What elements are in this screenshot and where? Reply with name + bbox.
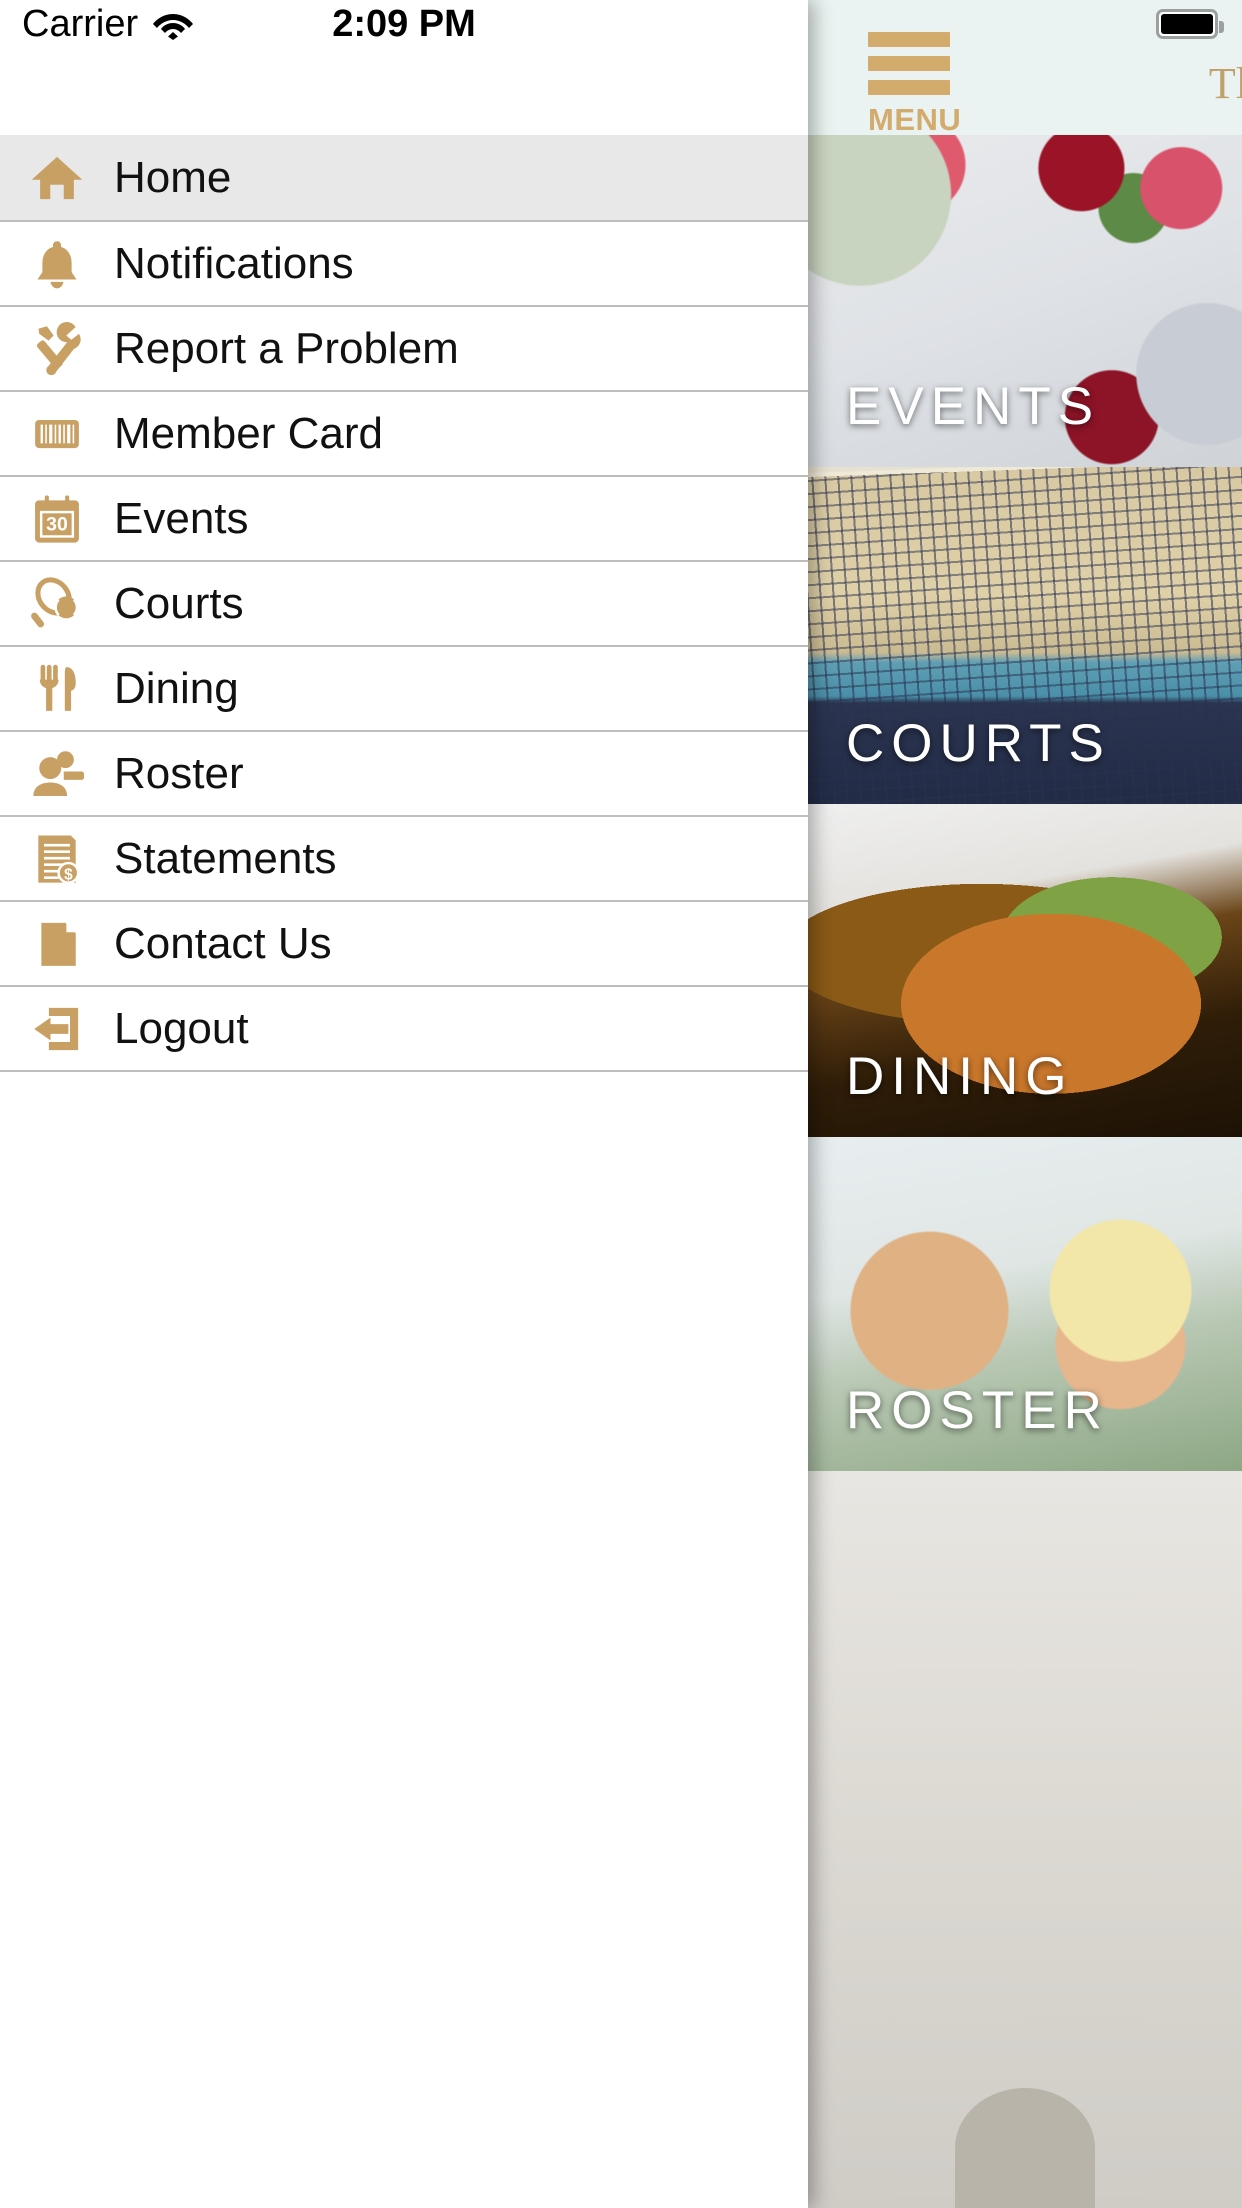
drawer-item-label: Logout: [114, 1003, 249, 1053]
tile-dining[interactable]: DINING: [808, 804, 1242, 1137]
drawer-item-label: Member Card: [114, 408, 383, 458]
drawer-item-label: Statements: [114, 833, 337, 883]
drawer-item-statements[interactable]: $ Statements: [0, 815, 808, 900]
drawer-item-label: Courts: [114, 578, 244, 628]
hamburger-bar-1: [868, 32, 950, 47]
svg-text:$: $: [64, 866, 73, 883]
drawer-item-dining[interactable]: Dining: [0, 645, 808, 730]
drawer-item-label: Contact Us: [114, 918, 332, 968]
hamburger-menu-button[interactable]: MENU: [868, 32, 961, 135]
bell-icon: [18, 238, 96, 290]
invoice-dollar-icon: $: [18, 833, 96, 885]
drawer-item-member-card[interactable]: Member Card: [0, 390, 808, 475]
barcode-icon: [18, 409, 96, 459]
tile-dining-label: DINING: [846, 1047, 1074, 1106]
logout-arrow-icon: [18, 1003, 96, 1055]
people-icon: [18, 747, 96, 801]
tools-icon: [18, 321, 96, 376]
drawer-item-report-a-problem[interactable]: Report a Problem: [0, 305, 808, 390]
home-icon: [18, 151, 96, 205]
tile-roster[interactable]: ROSTER: [808, 1137, 1242, 1471]
drawer-item-label: Roster: [114, 748, 244, 798]
tile-roster-label: ROSTER: [846, 1381, 1109, 1440]
calendar-icon: 30: [18, 493, 96, 545]
tile-events-label: EVENTS: [846, 377, 1101, 436]
drawer-item-label: Dining: [114, 663, 239, 713]
drawer-item-notifications[interactable]: Notifications: [0, 220, 808, 305]
tennis-racket-icon: [18, 576, 96, 631]
drawer-top-spacer: [0, 0, 808, 135]
fork-knife-icon: [18, 664, 96, 714]
hamburger-bar-2: [868, 56, 950, 71]
drawer-item-home[interactable]: Home: [0, 135, 808, 220]
drawer-item-courts[interactable]: Courts: [0, 560, 808, 645]
drawer-item-label: Home: [114, 152, 232, 202]
svg-text:30: 30: [46, 513, 68, 535]
tile-courts[interactable]: COURTS: [808, 467, 1242, 804]
document-icon: [18, 919, 96, 969]
hamburger-bar-3: [868, 80, 950, 95]
app-header: MENU Tl: [808, 0, 1242, 135]
club-title: Tl: [1208, 59, 1242, 108]
tile-events[interactable]: EVENTS: [808, 135, 1242, 467]
drawer-item-label: Events: [114, 493, 249, 543]
menu-button-label: MENU: [868, 102, 962, 135]
drawer-item-label: Report a Problem: [114, 323, 459, 373]
drawer-item-contact-us[interactable]: Contact Us: [0, 900, 808, 985]
drawer-item-label: Notifications: [114, 238, 354, 288]
tile-courts-label: COURTS: [846, 714, 1111, 773]
drawer-item-events[interactable]: 30 Events: [0, 475, 808, 560]
drawer-item-roster[interactable]: Roster: [0, 730, 808, 815]
tile-next-partial[interactable]: [808, 1471, 1242, 2208]
drawer-menu-list: Home Notifications Report a Problem Member …: [0, 135, 808, 1072]
drawer-item-logout[interactable]: Logout: [0, 985, 808, 1070]
tile-next-partial-image: [955, 2088, 1095, 2208]
navigation-drawer: Home Notifications Report a Problem Member …: [0, 0, 808, 2208]
